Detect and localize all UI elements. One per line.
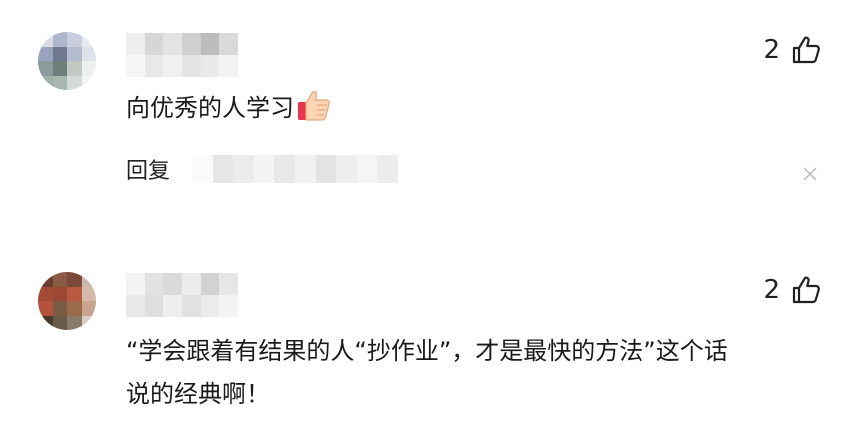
reply-button[interactable]: 回复 bbox=[126, 153, 170, 185]
avatar[interactable] bbox=[38, 32, 96, 90]
comment-text-line: “学会跟着有结果的人“抄作业”，才是最快的方法”这个话 bbox=[126, 337, 728, 365]
username[interactable] bbox=[126, 33, 238, 77]
reply-row: 回复 bbox=[126, 153, 399, 185]
thumbs-up-outline-icon bbox=[792, 276, 820, 304]
like-count: 2 bbox=[763, 35, 780, 65]
username[interactable] bbox=[126, 273, 238, 317]
like-count: 2 bbox=[763, 275, 780, 305]
thumbs-up-emoji bbox=[298, 91, 330, 121]
like-button[interactable]: 2 bbox=[763, 274, 822, 306]
like-button[interactable]: 2 bbox=[763, 34, 822, 66]
comment-item: 2 “学会跟着有结果的人“抄作业”，才是最快的方法”这个话 说的经典啊！ bbox=[0, 220, 848, 430]
thumbs-up-outline-icon bbox=[792, 36, 820, 64]
close-icon[interactable] bbox=[802, 166, 818, 182]
comment-text: 向优秀的人学习 bbox=[126, 87, 332, 130]
comment-text-content: 向优秀的人学习 bbox=[126, 94, 294, 122]
comment-text-line: 说的经典啊！ bbox=[126, 380, 270, 408]
reply-author[interactable] bbox=[192, 155, 399, 183]
avatar[interactable] bbox=[38, 272, 96, 330]
comment-text: “学会跟着有结果的人“抄作业”，才是最快的方法”这个话 说的经典啊！ bbox=[126, 330, 728, 416]
comment-item: 2 向优秀的人学习 回复 bbox=[0, 0, 848, 220]
